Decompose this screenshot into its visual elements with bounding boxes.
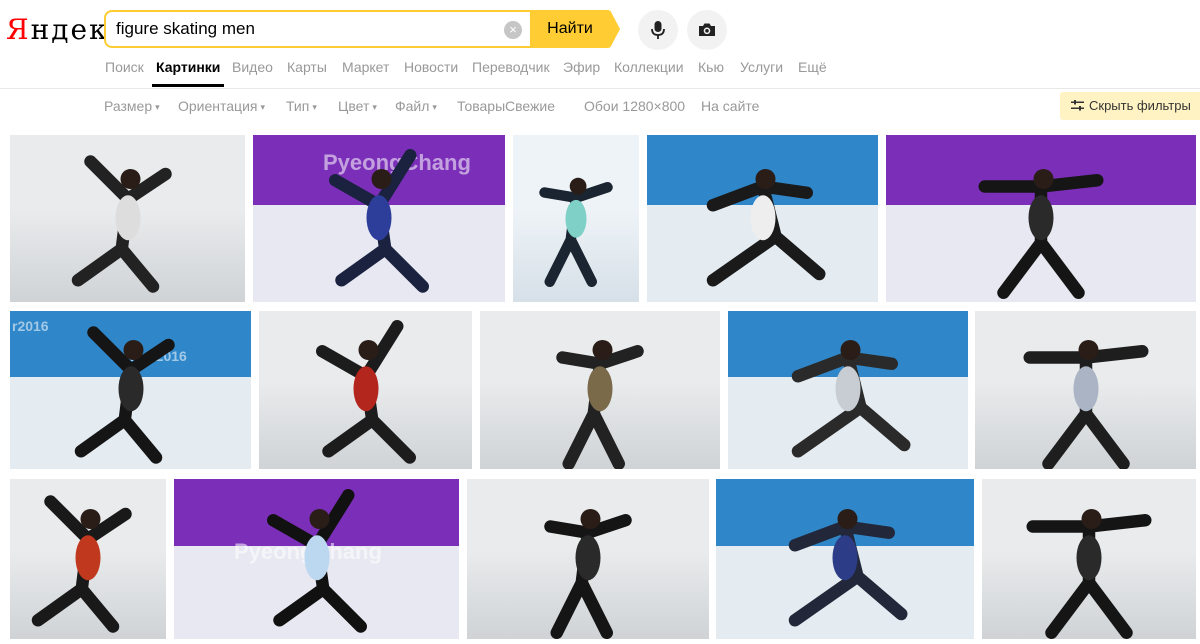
filter-4[interactable]: Файл ▾: [395, 98, 437, 114]
image-result[interactable]: [728, 311, 968, 469]
image-thumbnail: [982, 479, 1196, 639]
tab-5[interactable]: Новости: [404, 59, 458, 75]
search-button-arrow: [610, 10, 620, 48]
filter-6[interactable]: Свежие: [505, 98, 555, 114]
chevron-down-icon: ▾: [260, 102, 266, 112]
search-box: ×: [104, 10, 530, 48]
image-thumbnail: [647, 135, 878, 302]
image-result[interactable]: [975, 311, 1196, 469]
tab-6[interactable]: Переводчик: [472, 59, 550, 75]
filter-0[interactable]: Размер ▾: [104, 98, 160, 114]
tab-11[interactable]: Ещё: [798, 59, 827, 75]
watermark-text: r2016: [12, 318, 49, 334]
image-result[interactable]: [480, 311, 720, 469]
filter-label: Цвет: [338, 98, 370, 114]
microphone-icon: [651, 21, 665, 39]
image-search-button[interactable]: [687, 10, 727, 50]
active-tab-underline: [152, 84, 225, 87]
filter-label: Товары: [457, 98, 506, 114]
image-result[interactable]: [647, 135, 878, 302]
filter-3[interactable]: Цвет ▾: [338, 98, 377, 114]
chevron-down-icon: ▾: [155, 102, 160, 112]
image-result[interactable]: mer2016 r2016: [10, 311, 251, 469]
filter-label: На сайте: [701, 98, 760, 114]
tab-label: Кью: [698, 59, 724, 75]
tab-label: Ещё: [798, 59, 827, 75]
filter-2[interactable]: Тип ▾: [286, 98, 317, 114]
tab-3[interactable]: Карты: [287, 59, 327, 75]
clear-icon[interactable]: ×: [504, 21, 522, 39]
tab-0[interactable]: Поиск: [105, 59, 144, 75]
image-thumbnail: [480, 311, 720, 469]
tab-9[interactable]: Кью: [698, 59, 724, 75]
hide-filters-button[interactable]: Скрыть фильтры: [1060, 92, 1200, 120]
tab-label: Картинки: [156, 59, 221, 75]
image-thumbnail: [259, 311, 472, 469]
tab-7[interactable]: Эфир: [563, 59, 600, 75]
image-result[interactable]: [513, 135, 639, 302]
tab-label: Поиск: [105, 59, 144, 75]
filter-label: Свежие: [505, 98, 555, 114]
image-result[interactable]: [982, 479, 1196, 639]
tab-1[interactable]: Картинки: [152, 59, 225, 87]
tab-2[interactable]: Видео: [232, 59, 273, 75]
tab-4[interactable]: Маркет: [342, 59, 389, 75]
filter-label: Тип: [286, 98, 310, 114]
tab-label: Эфир: [563, 59, 601, 75]
tab-label: Карты: [287, 59, 327, 75]
image-result[interactable]: [467, 479, 709, 639]
image-thumbnail: PyeongChang: [253, 135, 505, 302]
tab-8[interactable]: Коллекции: [614, 59, 684, 75]
tab-label: Видео: [232, 59, 273, 75]
image-result[interactable]: [10, 479, 166, 639]
search-input[interactable]: [116, 18, 496, 40]
tab-label: Услуги: [740, 59, 784, 75]
chevron-down-icon: ▾: [312, 102, 317, 112]
filter-5[interactable]: Товары: [457, 98, 505, 114]
voice-search-button[interactable]: [638, 10, 678, 50]
hide-filters-label: Скрыть фильтры: [1089, 98, 1191, 113]
filter-8[interactable]: На сайте: [701, 98, 759, 114]
filter-label: Размер: [104, 98, 153, 114]
tab-10[interactable]: Услуги: [740, 59, 783, 75]
image-thumbnail: mer2016r2016: [10, 311, 251, 469]
image-result[interactable]: PyeongChang: [253, 135, 505, 302]
image-thumbnail: [513, 135, 639, 302]
filter-1[interactable]: Ориентация ▾: [178, 98, 265, 114]
image-result[interactable]: [259, 311, 472, 469]
tab-label: Коллекции: [614, 59, 684, 75]
tab-label: Переводчик: [472, 59, 550, 75]
chevron-down-icon: ▾: [432, 102, 437, 112]
image-result[interactable]: PyeongChang: [174, 479, 459, 639]
image-thumbnail: [728, 311, 968, 469]
image-result[interactable]: [10, 135, 245, 302]
image-thumbnail: [467, 479, 709, 639]
camera-icon: [699, 23, 715, 36]
filter-label: Обои 1280×800: [584, 98, 686, 114]
tab-label: Маркет: [342, 59, 390, 75]
filters-icon: [1071, 100, 1084, 111]
image-thumbnail: PyeongChang: [174, 479, 459, 639]
image-thumbnail: [10, 479, 166, 639]
image-thumbnail: [10, 135, 245, 302]
search-bar: × Найти: [104, 10, 620, 48]
image-thumbnail: [886, 135, 1196, 302]
image-result[interactable]: [886, 135, 1196, 302]
chevron-down-icon: ▾: [372, 102, 377, 112]
tab-label: Новости: [404, 59, 459, 75]
filter-label: Файл: [395, 98, 430, 114]
image-thumbnail: [975, 311, 1196, 469]
filter-7[interactable]: Обои 1280×800: [584, 98, 685, 114]
filter-label: Ориентация: [178, 98, 258, 114]
header: Яндекс × Найти ПоискКартинкиВидеоКартыМа…: [0, 0, 1200, 88]
search-button[interactable]: Найти: [530, 10, 610, 48]
header-divider: [0, 88, 1200, 89]
image-thumbnail: [716, 479, 974, 639]
image-result[interactable]: [716, 479, 974, 639]
